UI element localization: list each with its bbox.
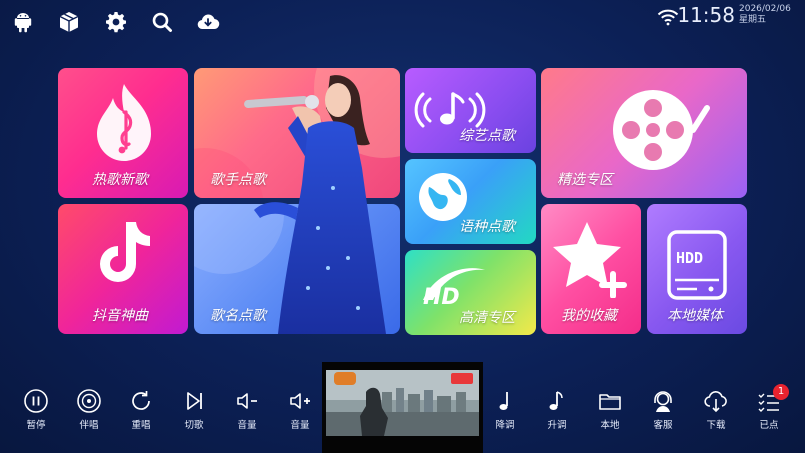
douyin-note-icon	[100, 222, 150, 282]
local-label: 本地	[600, 420, 620, 431]
tile-hot-songs-label: 热歌新歌	[92, 172, 148, 188]
hdd-text: HDD	[676, 249, 704, 267]
accompany-button[interactable]: 伴唱	[67, 388, 111, 434]
tile-hot-songs[interactable]: 热歌新歌	[58, 68, 188, 198]
replay-button[interactable]: 重唱	[119, 388, 163, 434]
pause-icon	[24, 389, 48, 413]
wifi-icon	[657, 8, 679, 26]
video-frame	[322, 362, 483, 453]
tile-variety[interactable]: 综艺点歌	[405, 68, 536, 153]
box-icon[interactable]	[57, 10, 81, 34]
tile-variety-label: 综艺点歌	[459, 128, 515, 144]
tile-album-label: 精选专区	[557, 172, 613, 188]
folder-icon	[599, 394, 621, 410]
tile-favorites-label: 我的收藏	[561, 308, 617, 324]
selected-songs-label: 已点	[759, 420, 779, 431]
flame-music-icon	[97, 84, 151, 161]
download-button[interactable]: 下载	[694, 388, 738, 434]
next-song-label: 切歌	[184, 420, 204, 431]
pause-label: 暂停	[26, 420, 46, 431]
singer-artwork	[244, 75, 386, 334]
tile-hd-label: 高清专区	[459, 310, 515, 326]
tile-language-label: 语种点歌	[459, 219, 515, 235]
download-label: 下载	[706, 420, 726, 431]
tile-favorites[interactable]: 我的收藏	[541, 204, 641, 334]
key-down-label: 降调	[495, 420, 515, 431]
star-plus-icon	[553, 222, 627, 298]
selected-songs-button[interactable]: 已点 1	[747, 384, 791, 434]
pause-button[interactable]: 暂停	[14, 388, 58, 434]
volume-up-label: 音量	[290, 420, 310, 431]
volume-up-button[interactable]: 音量	[278, 388, 322, 434]
selected-count-badge: 1	[773, 384, 789, 400]
hd-icon: HD	[423, 268, 485, 310]
replay-label: 重唱	[131, 420, 151, 431]
headset-icon	[654, 391, 672, 412]
tile-language[interactable]: 语种点歌	[405, 159, 536, 244]
tile-hd[interactable]: HD 高清专区	[405, 250, 536, 335]
local-button[interactable]: 本地	[588, 388, 632, 434]
next-song-button[interactable]: 切歌	[172, 388, 216, 434]
service-label: 客服	[653, 420, 673, 431]
disc-icon	[77, 389, 101, 413]
key-down-button[interactable]: 降调	[483, 388, 527, 434]
tile-album[interactable]: 精选专区	[541, 68, 747, 198]
volume-down-label: 音量	[237, 420, 257, 431]
tile-local-media-label: 本地媒体	[667, 308, 723, 324]
svg-text:HD: HD	[423, 285, 460, 310]
key-up-button[interactable]: 升调	[535, 388, 579, 434]
volume-down-button[interactable]: 音量	[225, 388, 269, 434]
film-reel-icon	[613, 90, 710, 170]
accompany-label: 伴唱	[79, 420, 99, 431]
top-bar: 11:58 2026/02/06 星期五	[0, 0, 805, 42]
replay-icon	[132, 391, 150, 410]
date-block: 2026/02/06 星期五	[739, 4, 795, 26]
service-button[interactable]: 客服	[641, 388, 685, 434]
volume-down-icon	[237, 393, 257, 409]
skip-next-icon	[187, 392, 202, 410]
cloud-download-icon[interactable]	[196, 10, 220, 34]
video-preview[interactable]	[322, 362, 483, 453]
note-flat-icon	[499, 392, 508, 410]
tile-local-media[interactable]: HDD 本地媒体	[647, 204, 747, 334]
weekday-text: 星期五	[739, 15, 767, 25]
note-sharp-icon	[549, 391, 563, 410]
tile-douyin-label: 抖音神曲	[92, 308, 148, 324]
android-icon[interactable]	[11, 10, 35, 34]
tile-douyin[interactable]: 抖音神曲	[58, 204, 188, 334]
clock-time: 11:58	[677, 3, 735, 27]
volume-up-icon	[290, 393, 310, 409]
cloud-download-icon	[704, 391, 727, 413]
key-up-label: 升调	[547, 420, 567, 431]
gear-icon[interactable]	[104, 10, 128, 34]
search-icon[interactable]	[150, 10, 174, 34]
date-text: 2026/02/06	[739, 4, 791, 14]
